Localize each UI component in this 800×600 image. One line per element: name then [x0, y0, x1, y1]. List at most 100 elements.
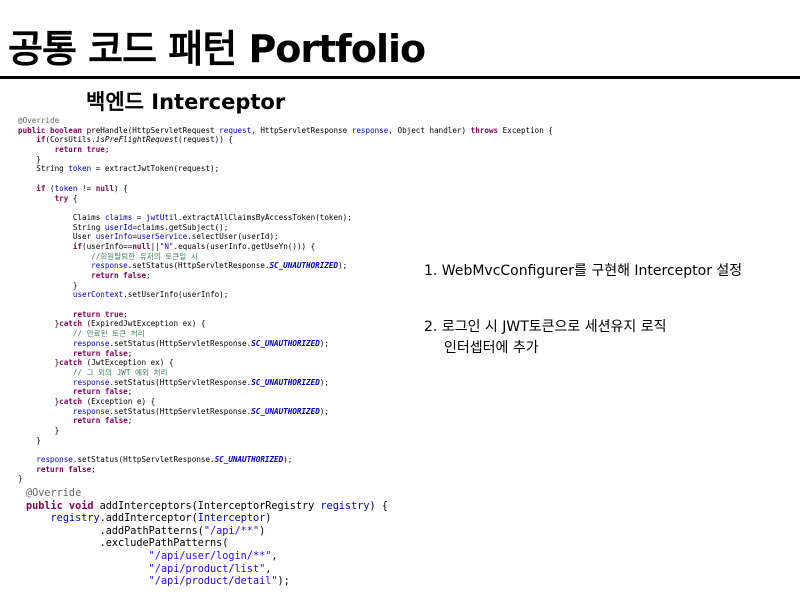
code-line: userContext.setUserInfo(userInfo);	[18, 290, 553, 300]
code-line: }	[18, 281, 553, 291]
code-token: SC_UNAUTHORIZED	[214, 455, 284, 465]
section-subtitle: 백엔드 Interceptor	[86, 90, 286, 114]
code-token: SC_UNAUTHORIZED	[269, 261, 339, 271]
code-token: );	[319, 338, 329, 348]
code-token: .setStatus(HttpServletResponse.	[109, 406, 252, 416]
code-line: String token = extractJwtToken(request);	[18, 164, 553, 174]
code-line: }catch (JwtException ex) {	[18, 358, 553, 368]
code-token: =	[132, 212, 147, 222]
code-token: token	[54, 183, 78, 193]
code-token: response	[36, 455, 73, 465]
title-divider	[0, 76, 800, 79]
code-token: @Override	[18, 116, 60, 125]
code-line: return false;	[18, 387, 553, 397]
code-token: .setUserInfo(userInfo);	[123, 290, 229, 300]
code-token: .setStatus(HttpServletResponse.	[127, 261, 270, 271]
code-token: public boolean	[18, 125, 87, 135]
code-token: return false	[72, 387, 128, 397]
code-token: "/api/product/list"	[148, 563, 266, 575]
code-line: try {	[18, 194, 553, 204]
code-token: // 그 외의 JWT 예외 처리	[72, 367, 168, 377]
code-token: }	[18, 154, 41, 164]
code-token: ;	[127, 416, 133, 426]
code-line: .excludePathPatterns(	[26, 538, 388, 551]
code-token: catch	[59, 319, 87, 329]
code-token: "/api/user/login/**"	[148, 550, 272, 562]
code-token: //회원탈퇴한 유저의 토큰일 시	[91, 251, 198, 261]
code-token: .addPathPatterns(	[26, 525, 204, 537]
code-token: (CorsUtils.	[45, 135, 96, 145]
code-token: return false	[72, 416, 128, 426]
code-line: if (token != null) {	[18, 184, 553, 194]
code-token: null	[95, 183, 115, 193]
code-token: ) {	[369, 500, 388, 512]
code-token: response	[72, 338, 110, 348]
code-token: .selectUser(userId);	[187, 232, 279, 242]
code-token: preHandle(HttpServletRequest	[86, 125, 220, 135]
code-line: response.setStatus(HttpServletResponse.S…	[18, 378, 553, 388]
code-line: User userInfo=userService.selectUser(use…	[18, 232, 553, 242]
code-token: .setStatus(HttpServletResponse.	[109, 377, 252, 387]
code-line: public boolean preHandle(HttpServletRequ…	[18, 126, 553, 136]
code-token: Exception {	[502, 125, 553, 135]
code-line: response.setStatus(HttpServletResponse.S…	[18, 407, 553, 417]
code-token: catch	[59, 358, 87, 368]
code-token: response	[72, 377, 110, 387]
code-line: if(userInfo==null||"N".equals(userInfo.g…	[18, 242, 553, 252]
code-token: claims	[104, 212, 133, 222]
code-token: return false	[72, 348, 128, 358]
code-line: if(CorsUtils.isPreFlightRequest(request)…	[18, 135, 553, 145]
code-token: response	[91, 261, 128, 271]
code-token: String	[18, 222, 105, 232]
note-item-1: 1. WebMvcConfigurer를 구현해 Interceptor 설정	[424, 263, 743, 279]
code-token: ;	[123, 309, 128, 319]
code-line: }	[18, 474, 553, 484]
slide-title: 공통 코드 패턴 Portfolio	[8, 27, 426, 71]
code-token: return true	[72, 309, 124, 319]
code-token: ;	[91, 464, 96, 474]
code-token: }	[18, 358, 60, 368]
code-line: //회원탈퇴한 유저의 토큰일 시	[18, 252, 553, 262]
code-token: return false	[36, 464, 92, 474]
code-token: }	[18, 426, 60, 435]
code-token: throws	[470, 125, 503, 135]
code-token: ;	[146, 271, 151, 280]
code-token: userContext	[72, 290, 124, 300]
code-token: try	[54, 193, 73, 203]
code-token: }	[18, 474, 23, 484]
code-token: ,	[271, 550, 278, 562]
code-token: response	[351, 125, 389, 135]
code-token: );	[338, 261, 348, 271]
code-token: }	[18, 435, 41, 445]
code-line: }catch (Exception e) {	[18, 397, 553, 407]
code-line: @Override	[26, 488, 388, 501]
code-token: !=	[77, 183, 96, 193]
code-token: }	[18, 319, 60, 329]
code-token: "/api/**"	[203, 525, 260, 537]
code-token: .setStatus(HttpServletResponse.	[72, 455, 215, 465]
code-token: String	[18, 164, 69, 174]
code-token: ;	[127, 348, 133, 358]
code-token: if	[72, 241, 83, 251]
code-token: addInterceptors(InterceptorRegistry	[99, 500, 321, 512]
code-line: }	[18, 426, 553, 436]
code-token: userId	[104, 222, 133, 232]
code-token: isPreFlightRequest	[95, 135, 179, 145]
code-token: SC_UNAUTHORIZED	[251, 406, 320, 416]
code-token: );	[283, 455, 293, 465]
code-token: response	[72, 406, 110, 416]
code-token: , Object handler)	[388, 125, 471, 135]
code-line: return true;	[18, 145, 553, 155]
code-token: .addInterceptor(	[99, 513, 198, 525]
